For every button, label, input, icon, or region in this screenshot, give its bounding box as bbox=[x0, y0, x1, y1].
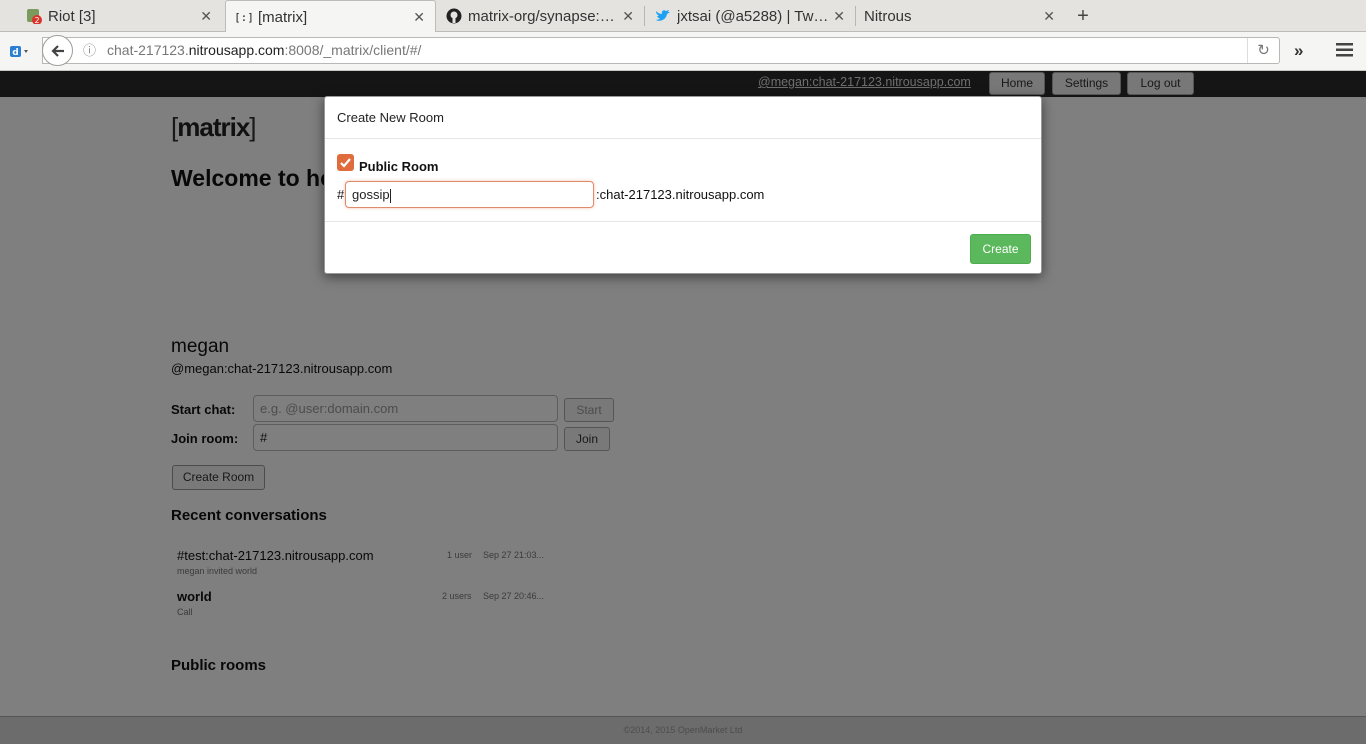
twitter-icon bbox=[655, 8, 671, 24]
back-button[interactable] bbox=[42, 35, 73, 66]
back-arrow-icon bbox=[50, 44, 64, 57]
reload-icon[interactable]: ↻ bbox=[1247, 38, 1279, 63]
alias-hash: # bbox=[337, 187, 345, 202]
tab-label: jxtsai (@a5288) | Tw… bbox=[677, 7, 829, 25]
new-tab-button[interactable]: + bbox=[1072, 5, 1094, 27]
public-room-label: Public Room bbox=[359, 159, 439, 174]
close-icon[interactable]: ✕ bbox=[833, 8, 845, 25]
tab-label: matrix-org/synapse:… bbox=[468, 7, 615, 25]
github-icon bbox=[446, 8, 462, 24]
tab-twitter[interactable]: jxtsai (@a5288) | Tw… ✕ bbox=[645, 0, 855, 32]
menu-icon[interactable] bbox=[1336, 43, 1353, 57]
svg-text:2: 2 bbox=[34, 16, 39, 24]
browser-tab-bar: 2 Riot [3] ✕ [:] [matrix] ✕ matrix-org/s… bbox=[0, 0, 1366, 33]
create-room-dialog: Create New Room Public Room # gossip :ch… bbox=[324, 96, 1042, 274]
room-alias-input[interactable]: gossip bbox=[345, 181, 594, 208]
public-room-checkbox[interactable] bbox=[337, 154, 354, 171]
tab-label: [matrix] bbox=[258, 8, 308, 26]
tab-github[interactable]: matrix-org/synapse:… ✕ bbox=[436, 0, 644, 32]
dialog-title: Create New Room bbox=[337, 110, 444, 125]
svg-text:[:]: [:] bbox=[236, 11, 252, 24]
close-icon[interactable]: ✕ bbox=[413, 9, 425, 26]
matrix-icon: [:] bbox=[236, 9, 252, 25]
tab-riot[interactable]: 2 Riot [3] ✕ bbox=[0, 0, 222, 32]
tab-matrix[interactable]: [:] [matrix] ✕ bbox=[225, 0, 436, 33]
svg-text:d: d bbox=[12, 48, 18, 58]
tab-label: Riot [3] bbox=[48, 7, 96, 25]
tab-nitrous[interactable]: Nitrous ✕ bbox=[855, 0, 1065, 32]
close-icon[interactable]: ✕ bbox=[200, 8, 212, 25]
browser-nav-bar: d ⓘ chat-217123.nitrousapp.com:8008/_mat… bbox=[0, 32, 1366, 71]
url-text: chat-217123.nitrousapp.com:8008/_matrix/… bbox=[107, 42, 422, 58]
overflow-chevron-icon[interactable]: » bbox=[1294, 41, 1303, 61]
tab-label: Nitrous bbox=[864, 7, 912, 25]
create-button[interactable]: Create bbox=[970, 234, 1031, 264]
divider bbox=[325, 138, 1041, 139]
close-icon[interactable]: ✕ bbox=[1043, 8, 1055, 25]
divider bbox=[325, 221, 1041, 222]
text-cursor bbox=[389, 188, 391, 203]
riot-icon: 2 bbox=[26, 8, 42, 24]
alias-domain-suffix: :chat-217123.nitrousapp.com bbox=[596, 187, 765, 202]
close-icon[interactable]: ✕ bbox=[622, 8, 634, 25]
url-bar[interactable]: ⓘ chat-217123.nitrousapp.com:8008/_matri… bbox=[42, 37, 1280, 64]
checkmark-icon bbox=[340, 158, 351, 168]
info-icon[interactable]: ⓘ bbox=[83, 38, 96, 63]
page: @megan:chat-217123.nitrousapp.com Home S… bbox=[0, 71, 1366, 744]
extension-icon[interactable]: d bbox=[8, 43, 30, 59]
